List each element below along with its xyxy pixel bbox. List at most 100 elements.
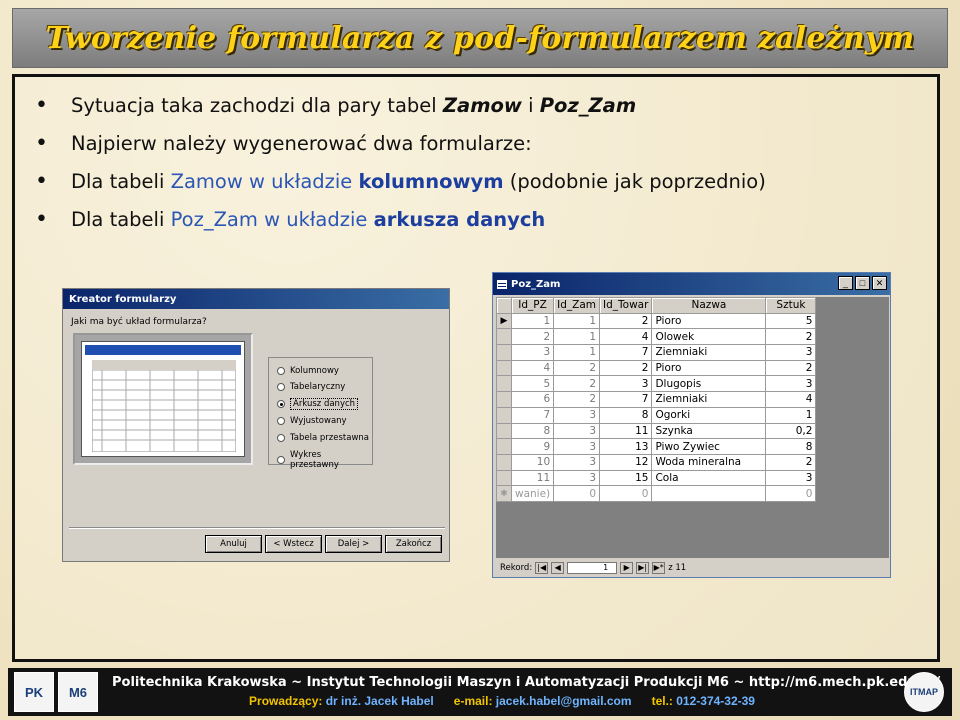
row-selector[interactable]	[496, 359, 512, 377]
table-cell[interactable]: 5	[765, 312, 817, 330]
maximize-button[interactable]: □	[855, 276, 870, 290]
table-cell[interactable]: 13	[599, 438, 653, 455]
table-row[interactable]: 2 1 4 Olowek 2	[496, 328, 817, 346]
table-cell[interactable]: 2	[599, 312, 653, 330]
col-header[interactable]: Nazwa	[651, 297, 767, 314]
new-row-selector[interactable]: ✱	[496, 485, 512, 502]
table-cell[interactable]: 1	[553, 328, 601, 346]
table-cell[interactable]: Pioro	[651, 312, 767, 330]
col-header[interactable]: Id_Towar	[599, 297, 653, 314]
table-cell[interactable]: 2	[553, 375, 601, 393]
table-cell[interactable]: 4	[599, 328, 653, 346]
corner-cell[interactable]	[496, 297, 512, 314]
new-row-cell[interactable]: 0	[765, 485, 817, 502]
table-row[interactable]: 7 3 8 Ogorki 1	[496, 406, 817, 424]
table-row[interactable]: 10 3 12 Woda mineralna 2	[496, 453, 817, 471]
table-cell[interactable]: 3	[765, 375, 817, 393]
table-cell[interactable]: Pioro	[651, 359, 767, 377]
col-header[interactable]: Id_PZ	[510, 297, 555, 314]
table-cell[interactable]: 1	[553, 312, 601, 330]
table-cell[interactable]: 2	[765, 453, 817, 471]
table-row[interactable]: 6 2 7 Ziemniaki 4	[496, 391, 817, 408]
table-cell[interactable]: 2	[553, 359, 601, 377]
email-link[interactable]: jacek.habel@gmail.com	[496, 694, 632, 708]
table-row[interactable]: 4 2 2 Pioro 2	[496, 359, 817, 377]
table-cell[interactable]: 3	[553, 469, 601, 487]
table-cell[interactable]: 8	[765, 438, 817, 455]
col-header[interactable]: Id_Zam	[553, 297, 601, 314]
table-cell[interactable]: 4	[765, 391, 817, 408]
last-record-button[interactable]: ▶|	[636, 561, 650, 574]
table-cell[interactable]: 1	[553, 344, 601, 361]
table-cell[interactable]: 3	[765, 344, 817, 361]
table-cell[interactable]: 8	[599, 406, 653, 424]
table-cell[interactable]: 2	[553, 391, 601, 408]
table-cell[interactable]: 5	[510, 375, 555, 393]
table-cell[interactable]: 10	[510, 453, 555, 471]
table-cell[interactable]: Szynka	[651, 422, 767, 440]
table-cell[interactable]: 6	[510, 391, 555, 408]
row-selector[interactable]	[496, 469, 512, 487]
table-row[interactable]: 5 2 3 Dlugopis 3	[496, 375, 817, 393]
table-cell[interactable]: 8	[510, 422, 555, 440]
table-cell[interactable]: 2	[765, 328, 817, 346]
table-cell[interactable]: 7	[599, 391, 653, 408]
record-number-field[interactable]: 1	[567, 561, 618, 574]
table-cell[interactable]: 2	[599, 359, 653, 377]
row-selector[interactable]	[496, 391, 512, 408]
prev-record-button[interactable]: ◀	[551, 561, 565, 574]
new-row-cell[interactable]: wanie)	[510, 485, 555, 502]
new-row[interactable]: ✱ wanie) 0 0 0	[496, 485, 817, 502]
option-wykres-przestawny[interactable]: Wykres przestawny	[277, 450, 372, 470]
row-selector[interactable]	[496, 453, 512, 471]
row-selector[interactable]: ▶	[496, 312, 512, 330]
table-cell[interactable]: 3	[553, 453, 601, 471]
table-row[interactable]: 9 3 13 Piwo Zywiec 8	[496, 438, 817, 455]
option-wyjustowany[interactable]: Wyjustowany	[277, 416, 347, 426]
table-cell[interactable]: Cola	[651, 469, 767, 487]
table-cell[interactable]: Ziemniaki	[651, 391, 767, 408]
table-cell[interactable]: 9	[510, 438, 555, 455]
minimize-button[interactable]: _	[838, 276, 853, 290]
table-cell[interactable]: Piwo Zywiec	[651, 438, 767, 455]
table-row[interactable]: 3 1 7 Ziemniaki 3	[496, 344, 817, 361]
close-button[interactable]: ✕	[872, 276, 887, 290]
table-cell[interactable]: 11	[510, 469, 555, 487]
table-cell[interactable]: 3	[553, 406, 601, 424]
table-row[interactable]: 8 3 11 Szynka 0,2	[496, 422, 817, 440]
table-cell[interactable]: 11	[599, 422, 653, 440]
back-button[interactable]: < Wstecz	[265, 535, 322, 553]
new-row-cell[interactable]	[651, 485, 767, 502]
table-cell[interactable]: 3	[765, 469, 817, 487]
table-row[interactable]: ▶ 1 1 2 Pioro 5	[496, 312, 817, 330]
first-record-button[interactable]: |◀	[535, 561, 549, 574]
row-selector[interactable]	[496, 406, 512, 424]
table-cell[interactable]: 15	[599, 469, 653, 487]
table-cell[interactable]: 2	[765, 359, 817, 377]
row-selector[interactable]	[496, 344, 512, 361]
next-button[interactable]: Dalej >	[325, 535, 382, 553]
col-header[interactable]: Sztuk	[765, 297, 817, 314]
table-cell[interactable]: Dlugopis	[651, 375, 767, 393]
table-cell[interactable]: 3	[553, 438, 601, 455]
cancel-button[interactable]: Anuluj	[205, 535, 262, 553]
new-record-button[interactable]: ▶*	[652, 561, 666, 574]
finish-button[interactable]: Zakończ	[385, 535, 442, 553]
table-cell[interactable]: Ogorki	[651, 406, 767, 424]
table-cell[interactable]: 3	[599, 375, 653, 393]
table-row[interactable]: 11 3 15 Cola 3	[496, 469, 817, 487]
table-cell[interactable]: 1	[510, 312, 555, 330]
new-row-cell[interactable]: 0	[599, 485, 653, 502]
row-selector[interactable]	[496, 422, 512, 440]
table-cell[interactable]: 1	[765, 406, 817, 424]
table-cell[interactable]: Ziemniaki	[651, 344, 767, 361]
row-selector[interactable]	[496, 438, 512, 455]
table-cell[interactable]: 3	[553, 422, 601, 440]
table-cell[interactable]: 12	[599, 453, 653, 471]
row-selector[interactable]	[496, 328, 512, 346]
option-kolumnowy[interactable]: Kolumnowy	[277, 366, 339, 376]
option-tabela-przestawna[interactable]: Tabela przestawna	[277, 433, 369, 443]
table-cell[interactable]: 7	[599, 344, 653, 361]
table-cell[interactable]: 2	[510, 328, 555, 346]
table-cell[interactable]: 0,2	[765, 422, 817, 440]
